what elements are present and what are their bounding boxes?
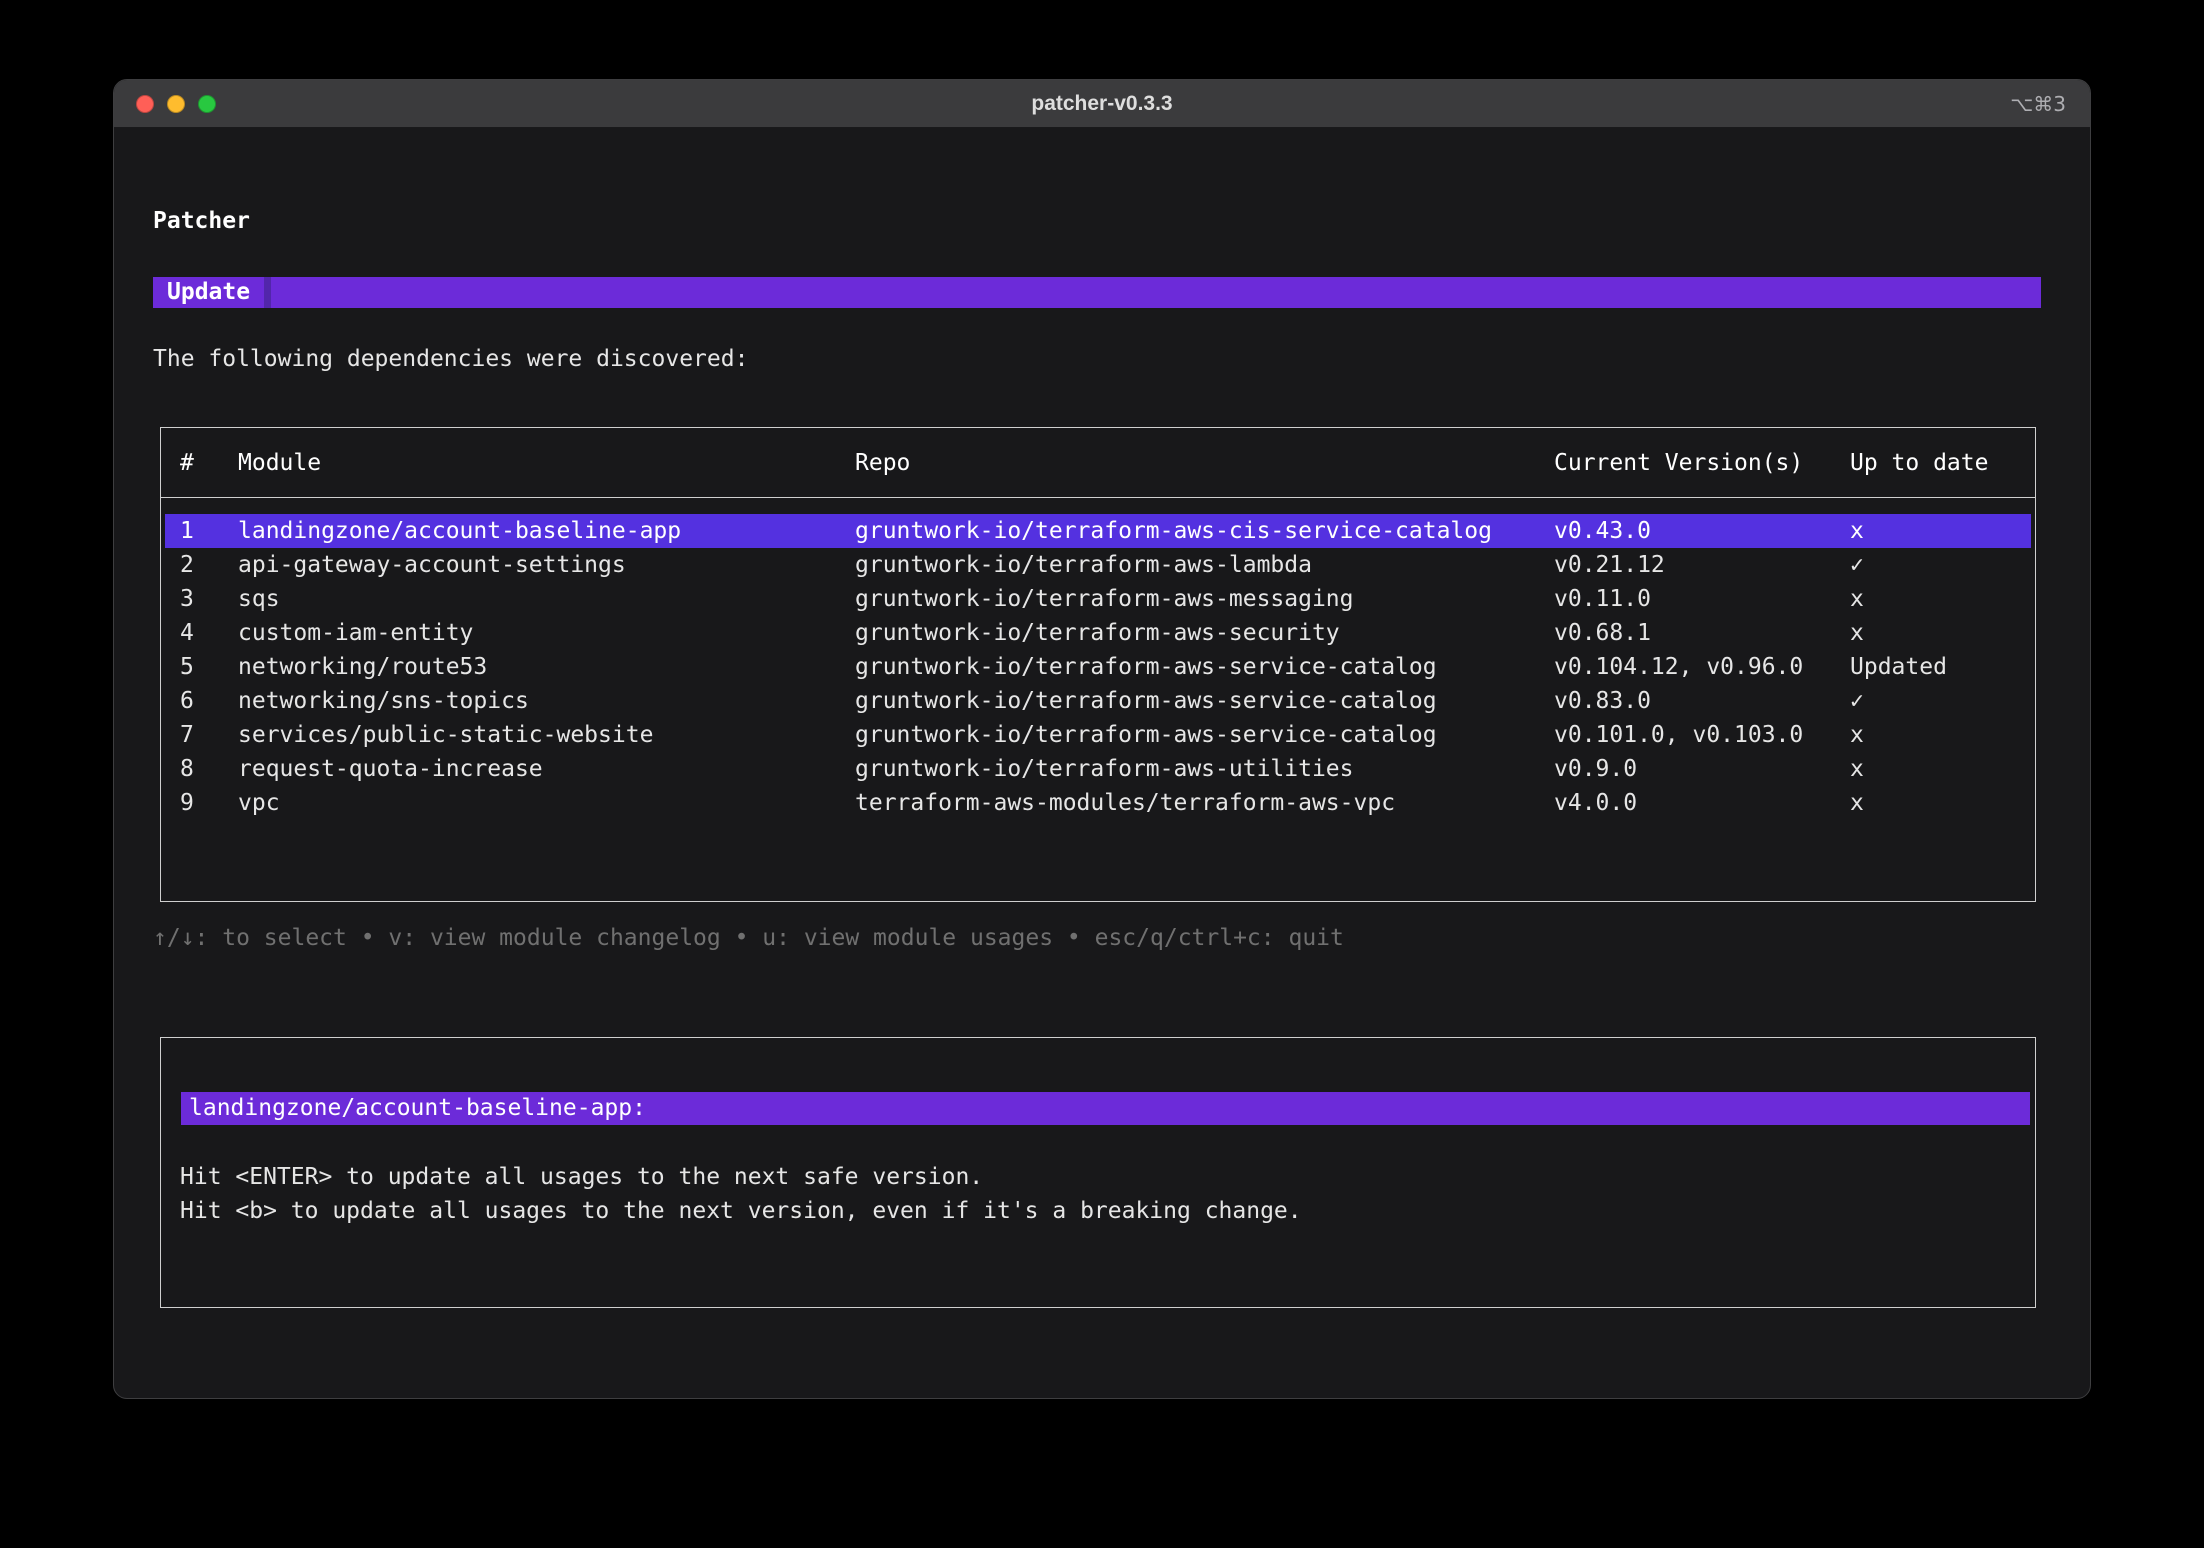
row-repo: gruntwork-io/terraform-aws-security [855,616,1340,650]
tab-update[interactable]: Update [153,277,264,308]
table-row[interactable]: 8 request-quota-increase gruntwork-io/te… [165,752,2031,786]
row-status: x [1850,514,1864,548]
header-status: Up to date [1850,446,1988,480]
row-num: 5 [180,650,194,684]
row-version: v0.43.0 [1554,514,1651,548]
row-version: v0.83.0 [1554,684,1651,718]
tab-separator [264,277,271,308]
window-titlebar: patcher-v0.3.3 ⌥⌘3 [114,80,2090,128]
row-version: v0.9.0 [1554,752,1637,786]
table-header-row: # Module Repo Current Version(s) Up to d… [165,446,2031,480]
table-row[interactable]: 6 networking/sns-topics gruntwork-io/ter… [165,684,2031,718]
row-num: 8 [180,752,194,786]
close-button[interactable] [136,95,154,113]
row-repo: gruntwork-io/terraform-aws-utilities [855,752,1354,786]
row-module: custom-iam-entity [238,616,473,650]
row-repo: gruntwork-io/terraform-aws-service-catal… [855,684,1437,718]
dependency-table: # Module Repo Current Version(s) Up to d… [160,427,2036,902]
detail-hint-enter: Hit <ENTER> to update all usages to the … [180,1164,983,1190]
window-shortcut-indicator: ⌥⌘3 [2010,92,2066,116]
row-status: x [1850,582,1864,616]
row-num: 2 [180,548,194,582]
row-status: ✓ [1850,684,1864,718]
row-version: v0.11.0 [1554,582,1651,616]
table-row[interactable]: 9 vpc terraform-aws-modules/terraform-aw… [165,786,2031,820]
row-module: sqs [238,582,280,616]
row-repo: gruntwork-io/terraform-aws-service-catal… [855,718,1437,752]
row-status: x [1850,786,1864,820]
table-row[interactable]: 2 api-gateway-account-settings gruntwork… [165,548,2031,582]
header-module: Module [238,446,321,480]
header-repo: Repo [855,446,910,480]
table-row[interactable]: 7 services/public-static-website gruntwo… [165,718,2031,752]
row-num: 6 [180,684,194,718]
table-row[interactable]: 5 networking/route53 gruntwork-io/terraf… [165,650,2031,684]
row-num: 3 [180,582,194,616]
traffic-lights [136,80,216,128]
tab-bar-fill [271,277,2041,308]
detail-panel: landingzone/account-baseline-app: Hit <E… [160,1037,2036,1308]
table-header-separator [161,497,2035,498]
row-repo: gruntwork-io/terraform-aws-messaging [855,582,1354,616]
app-title: Patcher [153,208,250,234]
terminal-content: Patcher Update The following dependencie… [114,128,2090,1399]
header-num: # [180,446,194,480]
detail-hint-breaking: Hit <b> to update all usages to the next… [180,1198,1302,1224]
row-repo: gruntwork-io/terraform-aws-service-catal… [855,650,1437,684]
header-version: Current Version(s) [1554,446,1803,480]
row-status: Updated [1850,650,1947,684]
row-version: v0.21.12 [1554,548,1665,582]
row-version: v4.0.0 [1554,786,1637,820]
row-module: request-quota-increase [238,752,543,786]
row-module: services/public-static-website [238,718,653,752]
row-status: x [1850,752,1864,786]
row-status: x [1850,718,1864,752]
row-module: networking/sns-topics [238,684,529,718]
row-status: x [1850,616,1864,650]
table-row[interactable]: 1 landingzone/account-baseline-app grunt… [165,514,2031,548]
table-row[interactable]: 3 sqs gruntwork-io/terraform-aws-messagi… [165,582,2031,616]
row-num: 9 [180,786,194,820]
row-num: 7 [180,718,194,752]
detail-selected-module: landingzone/account-baseline-app: [181,1092,2030,1125]
window-title: patcher-v0.3.3 [1031,92,1172,116]
zoom-button[interactable] [198,95,216,113]
table-body: 1 landingzone/account-baseline-app grunt… [161,514,2035,820]
row-module: api-gateway-account-settings [238,548,626,582]
row-num: 1 [180,514,194,548]
row-repo: gruntwork-io/terraform-aws-lambda [855,548,1312,582]
tab-bar: Update [153,277,2041,308]
row-module: landingzone/account-baseline-app [238,514,681,548]
row-module: vpc [238,786,280,820]
help-bar: ↑/↓: to select • v: view module changelo… [153,925,1344,951]
terminal-window: patcher-v0.3.3 ⌥⌘3 Patcher Update The fo… [113,79,2091,1399]
row-version: v0.104.12, v0.96.0 [1554,650,1803,684]
intro-text: The following dependencies were discover… [153,346,748,372]
row-module: networking/route53 [238,650,487,684]
row-repo: terraform-aws-modules/terraform-aws-vpc [855,786,1395,820]
row-repo: gruntwork-io/terraform-aws-cis-service-c… [855,514,1492,548]
row-version: v0.101.0, v0.103.0 [1554,718,1803,752]
row-status: ✓ [1850,548,1864,582]
row-num: 4 [180,616,194,650]
table-row[interactable]: 4 custom-iam-entity gruntwork-io/terrafo… [165,616,2031,650]
minimize-button[interactable] [167,95,185,113]
row-version: v0.68.1 [1554,616,1651,650]
